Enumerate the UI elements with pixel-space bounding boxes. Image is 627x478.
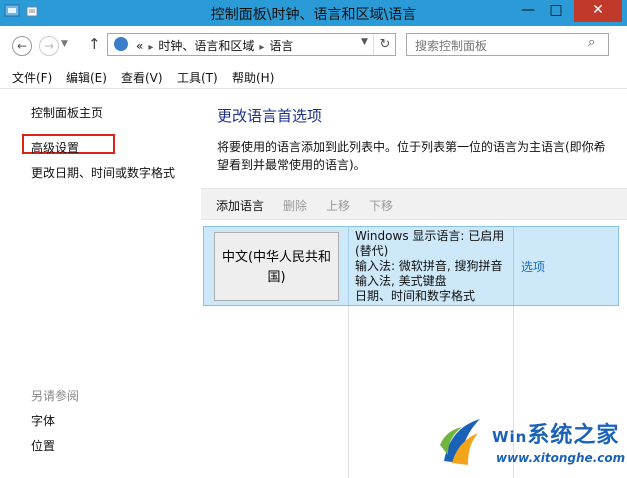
globe-icon — [114, 37, 128, 51]
maximize-button[interactable]: □ — [542, 0, 570, 22]
move-down-button[interactable]: 下移 — [369, 197, 393, 214]
sidebar-fonts[interactable]: 字体 — [31, 412, 55, 429]
language-options-link[interactable]: 选项 — [521, 258, 545, 275]
display-language-status: Windows 显示语言: 已启用(替代) — [355, 229, 505, 258]
page-title: 更改语言首选项 — [217, 107, 323, 125]
close-button[interactable]: ✕ — [574, 0, 622, 22]
breadcrumb-clock-language-region[interactable]: 时钟、语言和区域 — [158, 39, 254, 53]
language-name-button[interactable]: 中文(中华人民共和国) — [214, 232, 339, 301]
menu-tools[interactable]: 工具(T) — [177, 69, 218, 86]
watermark-prefix: Win — [492, 428, 528, 446]
language-details: Windows 显示语言: 已启用(替代) 输入法: 微软拼音, 搜狗拼音输入法… — [355, 229, 510, 304]
watermark-logo-icon — [440, 419, 480, 465]
input-methods: 输入法: 微软拼音, 搜狗拼音输入法, 美式键盘 — [355, 259, 503, 288]
menu-edit[interactable]: 编辑(E) — [66, 69, 107, 86]
minimize-button[interactable]: — — [514, 0, 542, 22]
watermark-text: Win系统之家 — [492, 417, 619, 449]
column-divider — [348, 306, 349, 478]
date-time-format: 日期、时间和数字格式 — [355, 289, 476, 303]
menu-bar: 文件(F) 编辑(E) 查看(V) 工具(T) 帮助(H) — [0, 64, 627, 89]
page-description: 将要使用的语言添加到此列表中。位于列表第一位的语言为主语言(即你希望看到并最常使… — [217, 140, 606, 172]
breadcrumb: « ▸ 时钟、语言和区域 ▸ 语言 — [136, 37, 293, 54]
menu-help[interactable]: 帮助(H) — [232, 69, 274, 86]
window: 控制面板\时钟、语言和区域\语言 — □ ✕ ← → ▼ ↑ « ▸ 时钟、语言和区… — [0, 0, 627, 478]
sidebar-location[interactable]: 位置 — [31, 437, 55, 454]
language-toolbar: 添加语言 删除 上移 下移 — [201, 188, 627, 220]
forward-button[interactable]: → — [39, 36, 59, 56]
search-icon[interactable]: ⌕ — [588, 35, 595, 50]
menu-view[interactable]: 查看(V) — [121, 69, 163, 86]
move-up-button[interactable]: 上移 — [326, 197, 350, 214]
search-box[interactable]: ⌕ — [406, 33, 609, 56]
row-divider — [513, 227, 514, 305]
search-input[interactable] — [413, 36, 587, 55]
address-bar[interactable]: « ▸ 时钟、语言和区域 ▸ 语言 ▼ ↻ — [107, 33, 396, 56]
sidebar-control-panel-home[interactable]: 控制面板主页 — [31, 104, 103, 121]
watermark-brand: 系统之家 — [527, 423, 620, 448]
watermark: Win系统之家 www.xitonghe.com — [434, 407, 627, 478]
title-bar[interactable]: 控制面板\时钟、语言和区域\语言 — □ ✕ — [0, 0, 627, 26]
breadcrumb-separator[interactable]: ▸ — [148, 42, 153, 53]
up-level-button[interactable]: ↑ — [88, 35, 101, 53]
remove-button[interactable]: 删除 — [283, 197, 307, 214]
watermark-url: www.xitonghe.com — [496, 451, 626, 465]
sidebar-change-date-time-format[interactable]: 更改日期、时间或数字格式 — [31, 164, 175, 181]
address-dropdown-icon[interactable]: ▼ — [361, 37, 368, 47]
breadcrumb-language[interactable]: 语言 — [269, 39, 293, 53]
back-button[interactable]: ← — [12, 36, 32, 56]
language-list-item[interactable]: 中文(中华人民共和国) Windows 显示语言: 已启用(替代) 输入法: 微… — [203, 226, 619, 306]
see-also-heading: 另请参阅 — [31, 389, 80, 403]
recent-locations-dropdown[interactable]: ▼ — [61, 39, 68, 49]
refresh-icon[interactable]: ↻ — [373, 34, 396, 55]
menu-file[interactable]: 文件(F) — [12, 69, 52, 86]
breadcrumb-overflow[interactable]: « — [136, 39, 143, 53]
add-language-button[interactable]: 添加语言 — [216, 197, 264, 214]
breadcrumb-separator[interactable]: ▸ — [259, 42, 264, 53]
sidebar-advanced-settings[interactable]: 高级设置 — [31, 139, 79, 156]
row-divider — [348, 227, 349, 305]
navigation-bar: ← → ▼ ↑ « ▸ 时钟、语言和区域 ▸ 语言 ▼ ↻ ⌕ — [0, 26, 627, 64]
